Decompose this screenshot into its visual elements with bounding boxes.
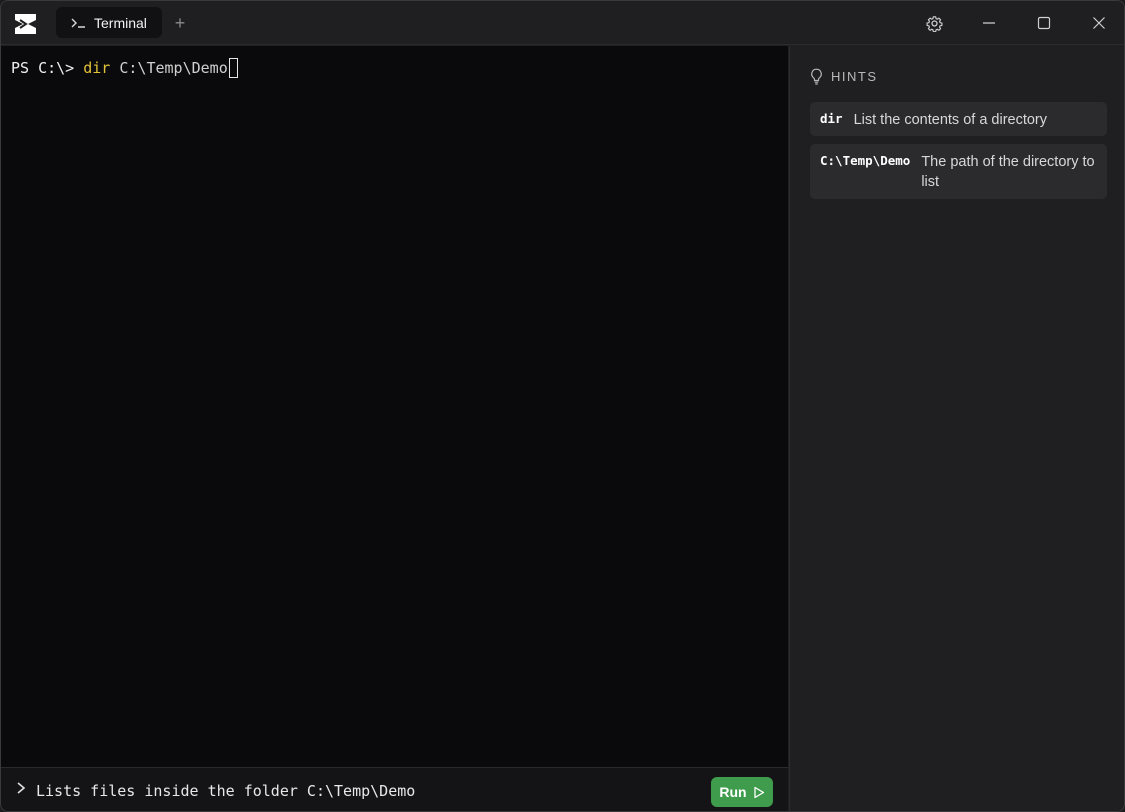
minimize-icon [983, 22, 995, 24]
lightbulb-icon [811, 68, 822, 85]
gear-icon [925, 15, 943, 32]
hint-description: The path of the directory to list [921, 154, 1095, 190]
close-icon [1093, 17, 1105, 29]
title-bar: Terminal + [1, 1, 1124, 45]
run-button-label: Run [719, 784, 747, 800]
argument-text: C:\Temp\Demo [110, 59, 228, 77]
play-icon [753, 786, 764, 798]
hint-item[interactable]: C:\Temp\Demo The path of the directory t… [810, 144, 1107, 199]
app-logo-icon [15, 14, 36, 34]
suggestion-text: Lists files inside the folder C:\Temp\De… [36, 782, 416, 800]
close-button[interactable] [1084, 9, 1114, 37]
hints-title: HINTS [831, 69, 878, 84]
terminal-output[interactable]: PS C:\> dir C:\Temp\Demo [1, 46, 788, 767]
app-window: Terminal + PS C:\> dir C:\Temp\Demo List… [0, 0, 1125, 812]
maximize-icon [1037, 16, 1051, 30]
hint-key: C:\Temp\Demo [820, 153, 911, 168]
maximize-button[interactable] [1029, 9, 1059, 37]
terminal-prompt-icon [71, 18, 85, 28]
text-cursor [228, 58, 238, 78]
run-button[interactable]: Run [711, 777, 773, 807]
minimize-button[interactable] [974, 9, 1004, 37]
hint-item[interactable]: dir List the contents of a directory [810, 102, 1107, 136]
hint-description: List the contents of a directory [853, 112, 1048, 128]
chevron-right-icon [17, 782, 26, 794]
command-line[interactable]: PS C:\> dir C:\Temp\Demo [11, 58, 238, 78]
suggestion-bar: Lists files inside the folder C:\Temp\De… [1, 767, 788, 811]
settings-button[interactable] [919, 9, 949, 37]
hints-header: HINTS [810, 68, 878, 85]
command-text: dir [83, 59, 111, 77]
prompt-text: PS C:\> [11, 59, 84, 77]
tab-label: Terminal [94, 14, 147, 31]
new-tab-button[interactable]: + [171, 12, 189, 34]
tab-terminal[interactable]: Terminal [56, 7, 162, 38]
hint-key: dir [820, 111, 843, 126]
hints-panel: HINTS dir List the contents of a directo… [789, 46, 1124, 811]
